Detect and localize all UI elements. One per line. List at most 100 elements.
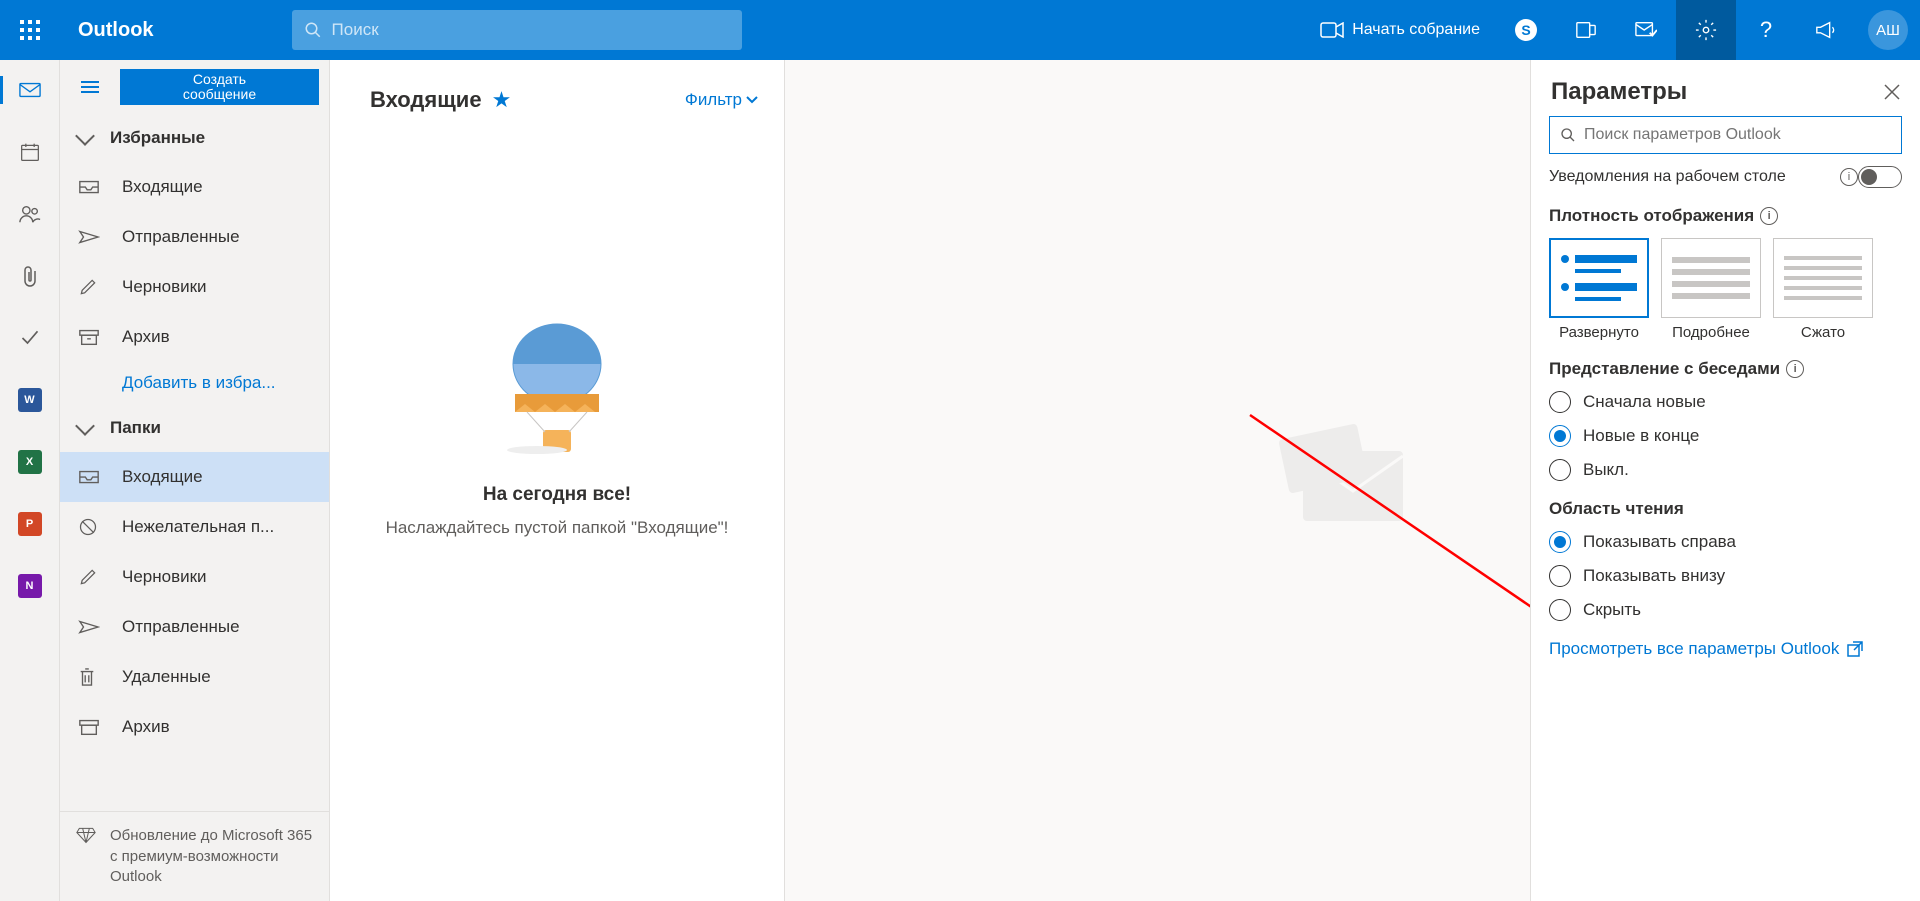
search-box[interactable]: [292, 10, 742, 50]
favorites-header[interactable]: Избранные: [60, 114, 329, 162]
folder-label: Архив: [122, 717, 170, 737]
radio-label: Новые в конце: [1583, 426, 1699, 446]
close-icon: [1884, 84, 1900, 100]
reading-bottom[interactable]: Показывать внизу: [1549, 565, 1902, 587]
folder-drafts[interactable]: Черновики: [60, 552, 329, 602]
close-button[interactable]: [1884, 84, 1900, 100]
add-favorite-link[interactable]: Добавить в избра...: [60, 362, 329, 404]
check-icon: [20, 328, 40, 348]
reading-right[interactable]: Показывать справа: [1549, 531, 1902, 553]
settings-panel: Параметры Уведомления на рабочем столе i…: [1530, 60, 1920, 901]
fav-sent[interactable]: Отправленные: [60, 212, 329, 262]
rail-calendar[interactable]: [0, 132, 60, 172]
rail-powerpoint[interactable]: P: [0, 504, 60, 544]
search-input[interactable]: [332, 20, 730, 40]
notifications-toggle[interactable]: [1858, 166, 1902, 188]
settings-button[interactable]: [1676, 0, 1736, 60]
radio-icon: [1549, 425, 1571, 447]
user-avatar[interactable]: АШ: [1868, 10, 1908, 50]
filter-button[interactable]: Фильтр: [685, 90, 758, 110]
archive-icon: [78, 718, 100, 736]
radio-label: Скрыть: [1583, 600, 1641, 620]
folders-title: Папки: [110, 418, 161, 438]
radio-icon: [1549, 599, 1571, 621]
rail-onenote[interactable]: N: [0, 566, 60, 606]
rail-excel[interactable]: X: [0, 442, 60, 482]
empty-state: На сегодня все! Наслаждайтесь пустой пап…: [330, 140, 784, 901]
fav-drafts[interactable]: Черновики: [60, 262, 329, 312]
inbox-title: Входящие: [370, 87, 482, 113]
archive-icon: [78, 328, 100, 346]
conv-newest-first[interactable]: Сначала новые: [1549, 391, 1902, 413]
radio-label: Показывать справа: [1583, 532, 1736, 552]
excel-icon: X: [18, 450, 42, 474]
density-label: Сжато: [1801, 324, 1845, 341]
powerpoint-icon: P: [18, 512, 42, 536]
folder-sent[interactable]: Отправленные: [60, 602, 329, 652]
folders-header[interactable]: Папки: [60, 404, 329, 452]
folder-archive[interactable]: Архив: [60, 702, 329, 752]
folder-label: Отправленные: [122, 617, 240, 637]
folder-label: Отправленные: [122, 227, 240, 247]
balloon-illustration: [497, 320, 617, 460]
empty-title: На сегодня все!: [483, 484, 631, 506]
mail-action-button[interactable]: [1616, 0, 1676, 60]
rail-files[interactable]: [0, 256, 60, 296]
folder-inbox[interactable]: Входящие: [60, 452, 329, 502]
inbox-icon: [78, 469, 100, 485]
hamburger-button[interactable]: [70, 67, 110, 107]
skype-button[interactable]: S: [1496, 0, 1556, 60]
fav-archive[interactable]: Архив: [60, 312, 329, 362]
conv-off[interactable]: Выкл.: [1549, 459, 1902, 481]
rail-todo[interactable]: [0, 318, 60, 358]
reading-section-title: Область чтения: [1549, 499, 1902, 519]
fav-inbox[interactable]: Входящие: [60, 162, 329, 212]
teams-button[interactable]: [1556, 0, 1616, 60]
rail-mail[interactable]: [0, 70, 60, 110]
upgrade-banner[interactable]: Обновление до Microsoft 365 с премиум-во…: [60, 811, 329, 901]
chevron-down-icon: [75, 416, 95, 436]
word-icon: W: [18, 388, 42, 412]
start-meeting-button[interactable]: Начать собрание: [1304, 0, 1496, 60]
settings-title: Параметры: [1551, 78, 1687, 106]
top-bar: Outlook Начать собрание S ? АШ: [0, 0, 1920, 60]
drafts-icon: [78, 567, 100, 587]
app-launcher-button[interactable]: [0, 0, 60, 60]
density-medium[interactable]: Подробнее: [1661, 238, 1761, 341]
rail-word[interactable]: W: [0, 380, 60, 420]
info-icon[interactable]: i: [1840, 168, 1858, 186]
waffle-icon: [20, 20, 40, 40]
favorites-title: Избранные: [110, 128, 205, 148]
megaphone-button[interactable]: [1796, 0, 1856, 60]
info-icon[interactable]: i: [1786, 360, 1804, 378]
mail-icon: [19, 82, 41, 98]
view-all-settings-link[interactable]: Просмотреть все параметры Outlook: [1549, 639, 1902, 659]
star-icon[interactable]: ★: [492, 87, 512, 113]
hamburger-icon: [81, 81, 99, 93]
onenote-icon: N: [18, 574, 42, 598]
filter-label: Фильтр: [685, 90, 742, 110]
folder-junk[interactable]: Нежелательная п...: [60, 502, 329, 552]
reading-hide[interactable]: Скрыть: [1549, 599, 1902, 621]
conv-newest-last[interactable]: Новые в конце: [1549, 425, 1902, 447]
density-full[interactable]: Развернуто: [1549, 238, 1649, 341]
sent-icon: [78, 619, 100, 635]
inbox-icon: [78, 179, 100, 195]
teams-icon: [1575, 19, 1597, 41]
help-button[interactable]: ?: [1736, 0, 1796, 60]
settings-search-input[interactable]: [1584, 126, 1891, 144]
rail-people[interactable]: [0, 194, 60, 234]
folder-deleted[interactable]: Удаленные: [60, 652, 329, 702]
radio-label: Показывать внизу: [1583, 566, 1725, 586]
settings-search[interactable]: [1549, 116, 1902, 154]
chevron-down-icon: [746, 96, 758, 104]
density-compact[interactable]: Сжато: [1773, 238, 1873, 341]
all-settings-label: Просмотреть все параметры Outlook: [1549, 639, 1839, 659]
folder-label: Удаленные: [122, 667, 211, 687]
message-list-header: Входящие ★ Фильтр: [330, 60, 784, 140]
folder-label: Нежелательная п...: [122, 517, 274, 537]
diamond-icon: [76, 826, 96, 887]
new-message-button[interactable]: Создать сообщение: [120, 69, 319, 105]
calendar-icon: [20, 142, 40, 162]
info-icon[interactable]: i: [1760, 207, 1778, 225]
